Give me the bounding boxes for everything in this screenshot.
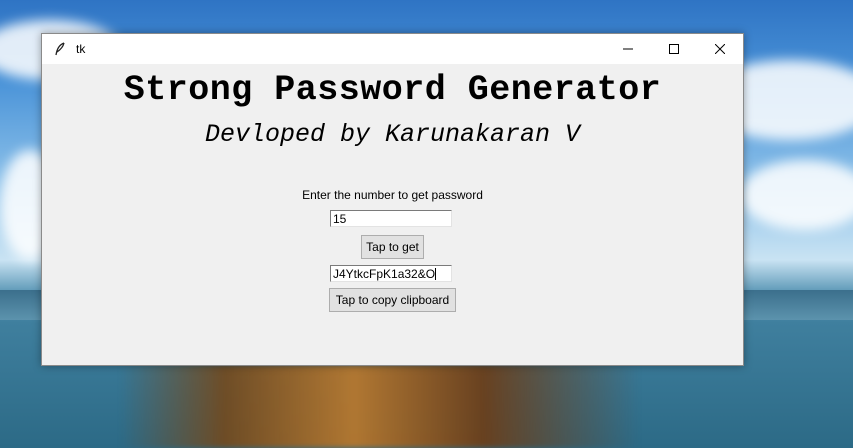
window-controls	[605, 34, 743, 64]
length-input-value: 15	[333, 212, 347, 226]
generate-button-label: Tap to get	[366, 240, 419, 254]
app-content: Strong Password Generator Devloped by Ka…	[42, 64, 743, 364]
rock-reflection	[120, 364, 640, 448]
length-prompt-label: Enter the number to get password	[302, 188, 483, 202]
text-caret	[435, 268, 437, 280]
minimize-icon	[623, 48, 633, 50]
title-bar[interactable]: tk	[42, 34, 743, 64]
generate-button[interactable]: Tap to get	[361, 235, 424, 259]
app-window: tk Strong Password Generator Devloped by…	[41, 33, 744, 366]
feather-icon	[52, 41, 68, 57]
close-button[interactable]	[697, 34, 743, 64]
maximize-icon	[669, 44, 679, 54]
maximize-button[interactable]	[651, 34, 697, 64]
cloud	[740, 160, 853, 230]
window-title: tk	[76, 42, 86, 56]
password-output-field[interactable]: J4YtkcFpK1a32&O	[330, 265, 452, 282]
minimize-button[interactable]	[605, 34, 651, 64]
app-heading: Strong Password Generator	[123, 70, 662, 110]
copy-clipboard-button-label: Tap to copy clipboard	[335, 293, 450, 307]
developer-credit: Devloped by Karunakaran V	[204, 120, 581, 149]
copy-clipboard-button[interactable]: Tap to copy clipboard	[329, 288, 456, 312]
length-input[interactable]: 15	[330, 210, 452, 227]
close-icon	[715, 44, 725, 54]
password-output-value: J4YtkcFpK1a32&O	[333, 267, 436, 281]
